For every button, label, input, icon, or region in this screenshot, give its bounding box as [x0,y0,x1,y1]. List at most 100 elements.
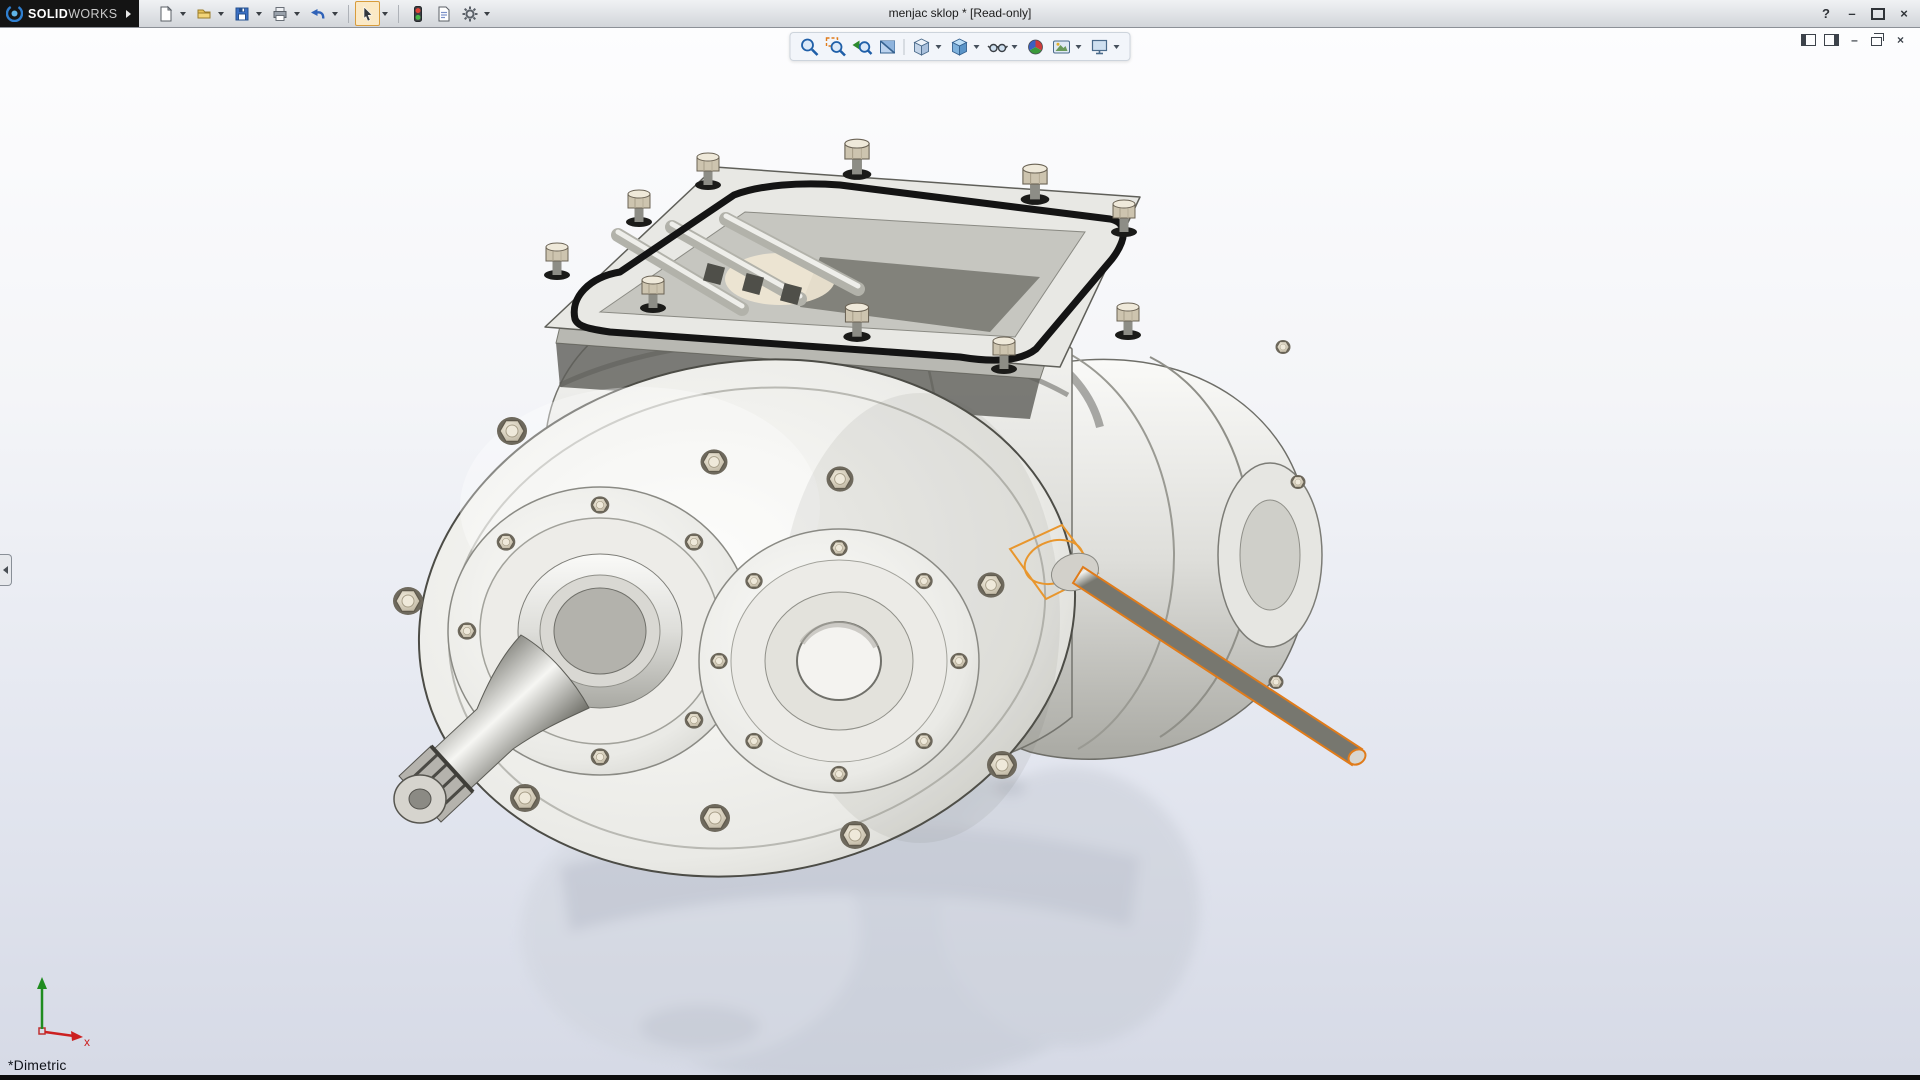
hex-bolt[interactable] [1111,200,1137,237]
hex-bolt[interactable] [991,337,1017,374]
model-canvas[interactable] [0,27,1920,1075]
open-dropdown-arrow[interactable] [218,12,224,16]
doc-restore-button[interactable] [1868,32,1887,48]
hide-show-glasses-icon [986,36,1008,58]
window-controls: ? – × [1814,0,1916,27]
hex-bolt[interactable] [978,572,1005,597]
view-orientation-dropdown-arrow[interactable] [936,45,942,49]
view-settings-button[interactable] [1087,34,1112,59]
hex-bolt[interactable] [640,276,666,313]
main-toolbar [153,1,494,26]
apply-scene-icon [1050,36,1072,58]
dassault-3ds-logo-icon [6,5,23,22]
undo-dropdown-arrow[interactable] [332,12,338,16]
maximize-icon [1871,8,1885,20]
toolbar-separator [398,5,399,23]
pane-right-icon [1824,34,1839,46]
hex-bolt[interactable] [544,243,570,280]
pane-right-button[interactable] [1822,32,1841,48]
hex-bolt[interactable] [700,804,730,832]
file-properties-icon [435,5,453,23]
options-dropdown-arrow[interactable] [484,12,490,16]
hide-show-items-button[interactable] [985,34,1010,59]
hex-bolt[interactable] [840,821,870,849]
view-orientation-button[interactable] [909,34,934,59]
toolbar-separator [348,5,349,23]
close-button[interactable]: × [1892,4,1916,24]
select-dropdown-arrow[interactable] [382,12,388,16]
document-window-controls: – × [1799,32,1910,48]
undo-icon [309,5,327,23]
hex-bolt[interactable] [701,449,728,474]
hide-show-dropdown-arrow[interactable] [1012,45,1018,49]
triad-x-label: x [84,1035,90,1049]
previous-view-icon [850,36,872,58]
print-button[interactable] [267,1,292,26]
open-button[interactable] [191,1,216,26]
print-dropdown-arrow[interactable] [294,12,300,16]
right-bearing-flange[interactable] [699,529,979,793]
rebuild-button[interactable] [405,1,430,26]
menu-expand-arrow[interactable] [126,10,131,18]
hex-bolt[interactable] [497,417,527,445]
zoom-to-area-icon [824,36,846,58]
hex-bolt[interactable] [1021,164,1050,205]
doc-minimize-button[interactable]: – [1845,32,1864,48]
help-button[interactable]: ? [1814,4,1838,24]
apply-scene-button[interactable] [1049,34,1074,59]
hex-bolt[interactable] [827,466,854,491]
undo-button[interactable] [305,1,330,26]
edit-appearance-ball-icon [1024,36,1046,58]
previous-view-button[interactable] [849,34,874,59]
zoom-to-fit-button[interactable] [797,34,822,59]
display-style-icon [948,36,970,58]
feature-manager-collapsed-tab[interactable] [0,554,12,586]
open-folder-icon [195,5,213,23]
save-dropdown-arrow[interactable] [256,12,262,16]
hex-bolt[interactable] [393,587,423,615]
minimize-button[interactable]: – [1840,4,1864,24]
triad-x-axis [45,1032,74,1036]
display-style-dropdown-arrow[interactable] [974,45,980,49]
hex-bolt[interactable] [626,190,652,227]
view-settings-dropdown-arrow[interactable] [1114,45,1120,49]
graphics-area[interactable]: – × x *Dimetric [0,27,1920,1075]
print-icon [271,5,289,23]
triad-y-arrowhead [37,977,47,989]
doc-restore-icon [1871,37,1882,46]
new-document-dropdown-arrow[interactable] [180,12,186,16]
pane-left-button[interactable] [1799,32,1818,48]
solidworks-logo: SOLIDWORKS [0,0,139,27]
display-style-button[interactable] [947,34,972,59]
apply-scene-dropdown-arrow[interactable] [1076,45,1082,49]
document-title: menjac sklop * [Read-only] [889,0,1032,27]
options-button[interactable] [457,1,482,26]
brand-text: SOLIDWORKS [28,7,117,21]
maximize-button[interactable] [1866,4,1890,24]
hex-bolt[interactable] [1115,303,1141,340]
rebuild-stoplight-icon [409,5,427,23]
options-gear-icon [461,5,479,23]
new-document-button[interactable] [153,1,178,26]
hex-bolt[interactable] [843,139,872,180]
hex-bolt[interactable] [695,153,721,190]
select-tool-button[interactable] [355,1,380,26]
file-properties-button[interactable] [431,1,456,26]
window-bottom-edge [0,1075,1920,1080]
zoom-to-fit-icon [798,36,820,58]
zoom-to-area-button[interactable] [823,34,848,59]
hex-bolt[interactable] [987,751,1017,779]
select-cursor-icon [359,5,377,23]
hex-bolt[interactable] [510,784,540,812]
section-view-button[interactable] [875,34,900,59]
new-document-icon [157,5,175,23]
doc-close-button[interactable]: × [1891,32,1910,48]
view-orientation-label: *Dimetric [8,1057,67,1073]
pane-left-icon [1801,34,1816,46]
save-button[interactable] [229,1,254,26]
heads-up-view-toolbar [790,32,1131,61]
toolbar-separator [904,39,905,55]
edit-appearance-button[interactable] [1023,34,1048,59]
save-floppy-icon [233,5,251,23]
view-settings-icon [1088,36,1110,58]
